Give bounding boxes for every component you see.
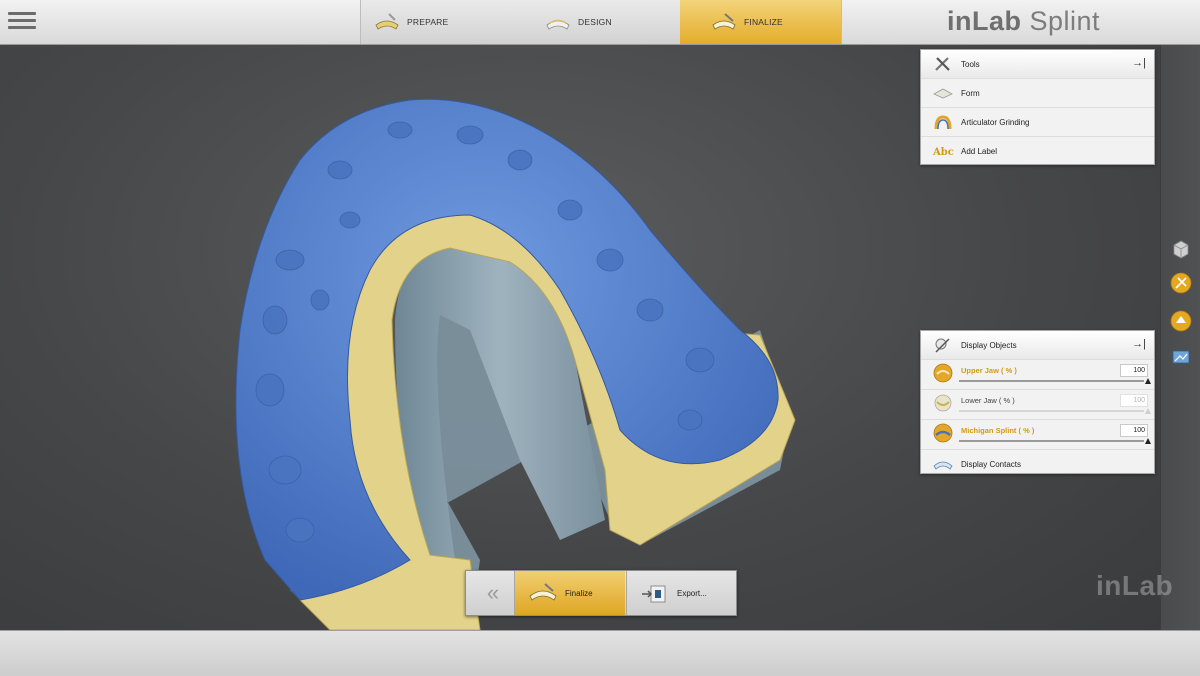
michigan-splint-slider-thumb[interactable] bbox=[1145, 438, 1151, 444]
command-bar: « Finalize Export... bbox=[465, 570, 737, 616]
tool-item-add-label[interactable]: Abc Add Label bbox=[921, 137, 1154, 165]
finalize-jaw-icon bbox=[712, 13, 736, 30]
workflow-steps: PREPARE DESIGN FINALIZE bbox=[360, 0, 842, 44]
michigan-splint-icon bbox=[933, 423, 953, 443]
brand-bold: inLab bbox=[946, 6, 1022, 36]
step-design[interactable]: DESIGN bbox=[520, 0, 680, 44]
lower-jaw-label: Lower Jaw ( % ) bbox=[961, 396, 1015, 405]
display-objects-panel: Display Objects →| Upper Jaw ( % ) 100 L… bbox=[920, 330, 1155, 474]
upper-jaw-label: Upper Jaw ( % ) bbox=[961, 366, 1017, 375]
inlab-watermark: inLab bbox=[1096, 570, 1174, 601]
tool-item-articulator-grinding[interactable]: Articulator Grinding bbox=[921, 108, 1154, 137]
screenshot-icon[interactable] bbox=[1170, 346, 1192, 368]
double-chevron-left-icon: « bbox=[486, 580, 500, 605]
form-icon bbox=[933, 88, 953, 99]
tools-icon bbox=[935, 57, 950, 71]
display-panel-header: Display Objects →| bbox=[921, 331, 1154, 360]
display-panel-title: Display Objects bbox=[961, 340, 1017, 350]
lower-jaw-slider-row[interactable]: Lower Jaw ( % ) 100 bbox=[921, 390, 1154, 420]
michigan-splint-slider-track[interactable] bbox=[959, 440, 1144, 442]
upper-jaw-icon bbox=[933, 363, 953, 383]
tool-item-label: Add Label bbox=[961, 146, 998, 156]
top-toolbar: PREPARE DESIGN FINALIZE inLab Splint bbox=[0, 0, 1200, 45]
pin-icon[interactable]: →| bbox=[1132, 338, 1146, 350]
export-icon bbox=[642, 585, 666, 603]
right-side-strip bbox=[1160, 45, 1200, 630]
step-prepare[interactable]: PREPARE bbox=[360, 0, 520, 44]
tools-panel-header: Tools →| bbox=[921, 50, 1154, 79]
view-cube-icon[interactable] bbox=[1170, 238, 1192, 260]
hamburger-menu-icon[interactable] bbox=[6, 8, 38, 36]
svg-text:Abc: Abc bbox=[932, 147, 954, 158]
step-design-label: DESIGN bbox=[578, 17, 612, 27]
display-contacts-row[interactable]: Display Contacts bbox=[921, 450, 1154, 478]
upper-jaw-slider-thumb[interactable] bbox=[1145, 378, 1151, 384]
michigan-splint-value[interactable]: 100 bbox=[1120, 424, 1148, 437]
prepare-jaw-icon bbox=[375, 13, 399, 30]
export-button[interactable]: Export... bbox=[626, 571, 737, 615]
display-round-icon[interactable] bbox=[1170, 310, 1192, 332]
display-contacts-label: Display Contacts bbox=[961, 459, 1022, 469]
finalize-button[interactable]: Finalize bbox=[515, 571, 625, 615]
tools-panel: Tools →| Form Articulator Grinding Abc A… bbox=[920, 49, 1155, 165]
app-brand-logo: inLab Splint bbox=[947, 6, 1100, 37]
design-jaw-icon bbox=[546, 19, 570, 30]
step-finalize-label: FINALIZE bbox=[744, 17, 783, 27]
lower-jaw-slider-track[interactable] bbox=[959, 410, 1144, 412]
pin-icon[interactable]: →| bbox=[1132, 57, 1146, 69]
tool-item-label: Form bbox=[961, 88, 980, 98]
back-button[interactable]: « bbox=[466, 571, 515, 615]
michigan-splint-slider-row[interactable]: Michigan Splint ( % ) 100 bbox=[921, 420, 1154, 450]
brand-light: Splint bbox=[1021, 6, 1100, 36]
display-contacts-icon bbox=[933, 461, 953, 470]
upper-jaw-slider-track[interactable] bbox=[959, 380, 1144, 382]
export-label: Export... bbox=[677, 588, 707, 598]
articulator-icon bbox=[934, 115, 952, 130]
michigan-splint-label: Michigan Splint ( % ) bbox=[961, 426, 1035, 435]
upper-jaw-value[interactable]: 100 bbox=[1120, 364, 1148, 377]
finalize-splint-icon bbox=[529, 583, 557, 601]
display-objects-icon bbox=[935, 338, 950, 353]
step-prepare-label: PREPARE bbox=[407, 17, 449, 27]
lower-jaw-slider-thumb[interactable] bbox=[1145, 408, 1151, 414]
tools-panel-title: Tools bbox=[961, 59, 980, 69]
tools-round-icon[interactable] bbox=[1170, 272, 1192, 294]
finalize-label: Finalize bbox=[565, 588, 593, 598]
abc-label-icon: Abc bbox=[932, 147, 954, 158]
upper-jaw-slider-row[interactable]: Upper Jaw ( % ) 100 bbox=[921, 360, 1154, 390]
bottom-bar bbox=[0, 630, 1200, 676]
lower-jaw-value[interactable]: 100 bbox=[1120, 394, 1148, 407]
tool-item-label: Articulator Grinding bbox=[961, 117, 1030, 127]
lower-jaw-icon bbox=[934, 394, 952, 412]
step-finalize[interactable]: FINALIZE bbox=[680, 0, 842, 44]
tool-item-form[interactable]: Form bbox=[921, 79, 1154, 108]
